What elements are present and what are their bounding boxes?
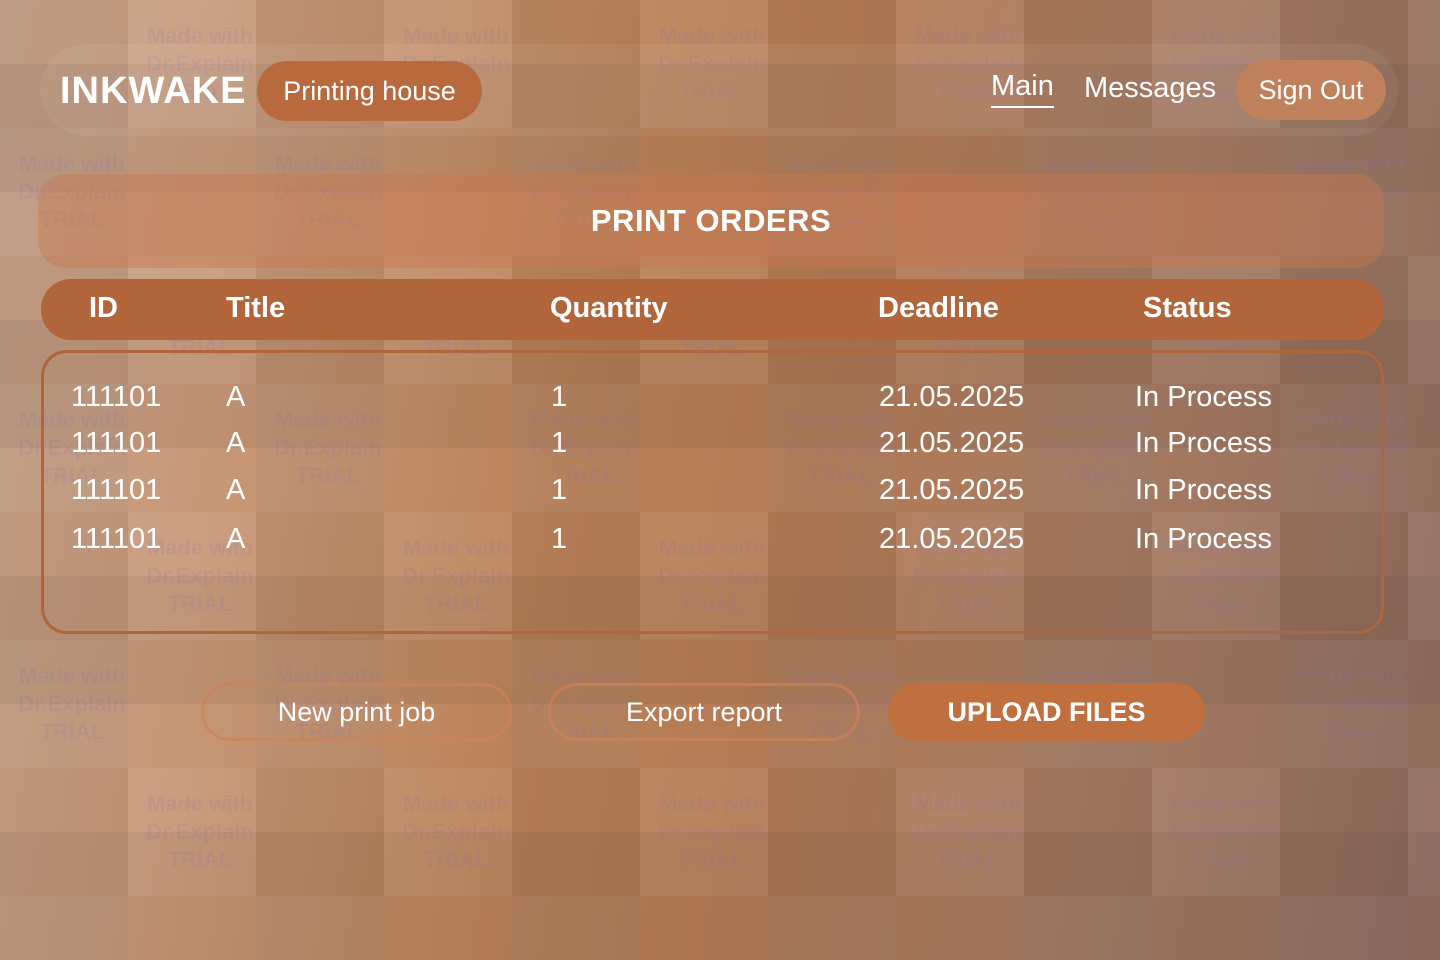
cell-quantity: 1 bbox=[551, 427, 568, 459]
column-header-id: ID bbox=[89, 292, 118, 324]
column-header-status: Status bbox=[1143, 292, 1232, 324]
orders-table-body: 111101 A 1 21.05.2025 In Process 111101 … bbox=[41, 350, 1384, 634]
trial-watermark: Made with Dr.Explain TRIAL bbox=[658, 791, 766, 872]
cell-id: 111101 bbox=[71, 523, 162, 555]
table-row[interactable]: 111101 A 1 21.05.2025 In Process bbox=[44, 427, 1381, 467]
cell-title: A bbox=[226, 381, 246, 413]
cell-deadline: 21.05.2025 bbox=[879, 427, 1025, 459]
new-print-job-button[interactable]: New print job bbox=[201, 683, 512, 741]
column-header-title: Title bbox=[226, 292, 286, 324]
table-row[interactable]: 111101 A 1 21.05.2025 In Process bbox=[44, 381, 1381, 421]
trial-watermark: Made with Dr.Explain TRIAL bbox=[18, 663, 126, 744]
trial-watermark: Made with Dr.Explain TRIAL bbox=[1170, 791, 1278, 872]
cell-id: 111101 bbox=[71, 474, 162, 506]
trial-watermark: Made with Dr.Explain TRIAL bbox=[1298, 663, 1406, 744]
cell-title: A bbox=[226, 474, 246, 506]
sign-out-button[interactable]: Sign Out bbox=[1236, 60, 1386, 120]
upload-files-button[interactable]: UPLOAD FILES bbox=[888, 683, 1205, 741]
table-row[interactable]: 111101 A 1 21.05.2025 In Process bbox=[44, 474, 1381, 514]
cell-status: In Process bbox=[1135, 427, 1272, 459]
table-row[interactable]: 111101 A 1 21.05.2025 In Process bbox=[44, 523, 1381, 563]
logo: INKWAKE bbox=[60, 70, 247, 112]
trial-watermark: Made with Dr.Explain TRIAL bbox=[914, 791, 1022, 872]
trial-watermark: Made with Dr.Explain TRIAL bbox=[146, 791, 254, 872]
cell-id: 111101 bbox=[71, 381, 162, 413]
cell-deadline: 21.05.2025 bbox=[879, 474, 1025, 506]
nav-messages-link[interactable]: Messages bbox=[1084, 72, 1216, 105]
cell-id: 111101 bbox=[71, 427, 162, 459]
column-header-deadline: Deadline bbox=[878, 292, 999, 324]
cell-title: A bbox=[226, 523, 246, 555]
trial-watermark: Made with Dr.Explain TRIAL bbox=[402, 791, 510, 872]
cell-quantity: 1 bbox=[551, 523, 568, 555]
page-title: PRINT ORDERS bbox=[38, 174, 1384, 268]
cell-status: In Process bbox=[1135, 474, 1272, 506]
nav-main-link[interactable]: Main bbox=[991, 70, 1054, 108]
cell-deadline: 21.05.2025 bbox=[879, 523, 1025, 555]
cell-title: A bbox=[226, 427, 246, 459]
cell-quantity: 1 bbox=[551, 474, 568, 506]
column-header-quantity: Quantity bbox=[550, 292, 668, 324]
cell-deadline: 21.05.2025 bbox=[879, 381, 1025, 413]
cell-status: In Process bbox=[1135, 381, 1272, 413]
export-report-button[interactable]: Export report bbox=[548, 683, 860, 741]
cell-quantity: 1 bbox=[551, 381, 568, 413]
cell-status: In Process bbox=[1135, 523, 1272, 555]
table-header: ID Title Quantity Deadline Status bbox=[41, 279, 1384, 340]
printing-house-badge: Printing house bbox=[257, 61, 482, 121]
